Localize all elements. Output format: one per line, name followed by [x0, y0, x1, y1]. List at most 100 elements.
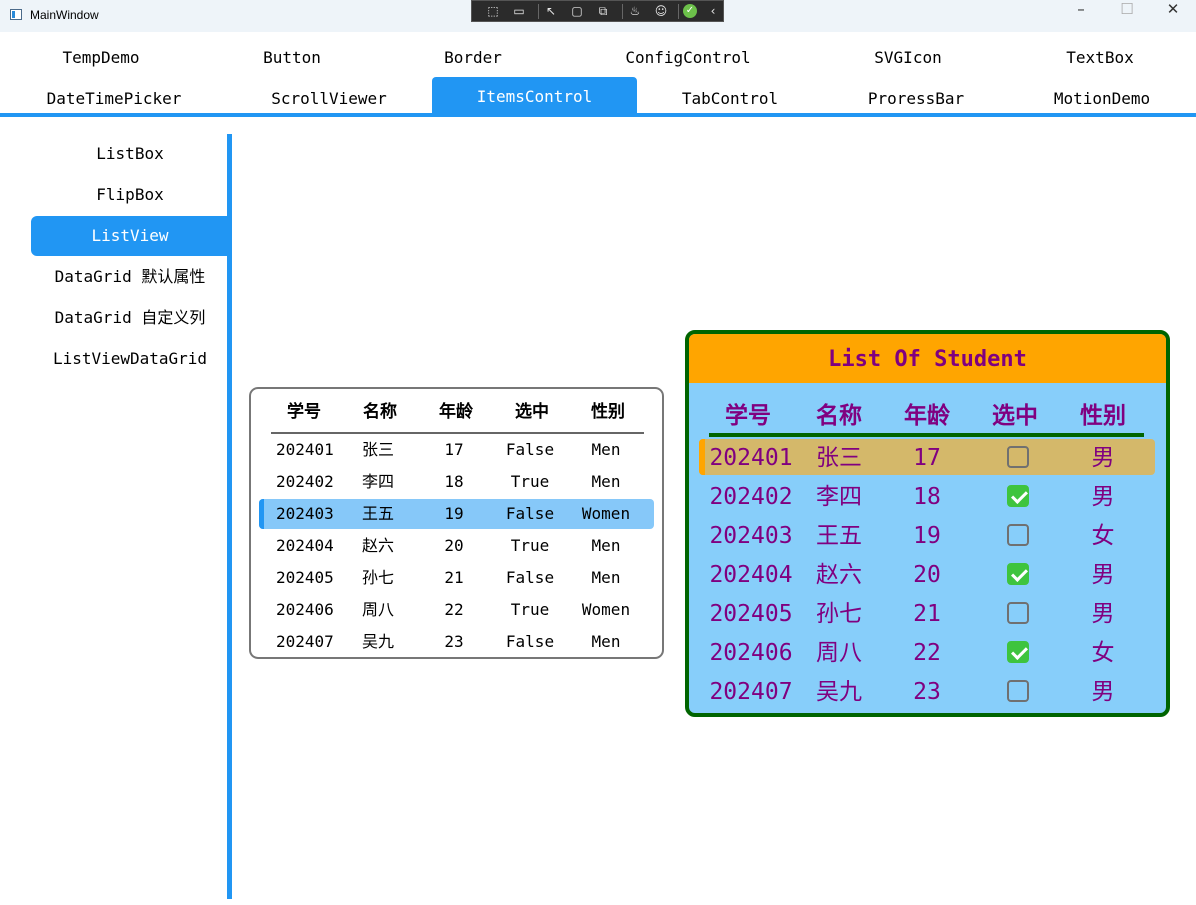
- list-item[interactable]: 202401 张三 17 男: [699, 439, 1155, 475]
- list-item[interactable]: 202407 吴九 23 False Men: [259, 627, 654, 657]
- sidebar-item-flipbox[interactable]: FlipBox: [31, 175, 229, 215]
- selected-checkbox[interactable]: [1007, 524, 1029, 546]
- column-header-gender[interactable]: 性别: [568, 397, 648, 422]
- column-header-checked[interactable]: 选中: [975, 396, 1055, 430]
- student-gender: 男: [1091, 445, 1115, 471]
- column-header-age[interactable]: 年龄: [887, 396, 967, 430]
- list-item[interactable]: 202402 李四 18 男: [699, 478, 1155, 514]
- student-checked: True: [510, 600, 550, 619]
- track-focus-icon[interactable]: ⧉: [596, 4, 610, 18]
- bounds-icon[interactable]: ▢: [570, 4, 584, 18]
- tab-configcontrol[interactable]: ConfigControl: [608, 38, 768, 75]
- student-id: 202403: [709, 523, 793, 549]
- tab-border[interactable]: Border: [413, 38, 533, 75]
- hot-reload-icon[interactable]: ♨: [628, 4, 642, 18]
- tab-scrollviewer[interactable]: ScrollViewer: [250, 79, 408, 116]
- sidebar-item-datagrid-default[interactable]: DataGrid 默认属性: [31, 257, 229, 297]
- tab-button[interactable]: Button: [230, 38, 354, 75]
- selected-checkbox[interactable]: [1007, 641, 1029, 663]
- selected-checkbox[interactable]: [1007, 680, 1029, 702]
- student-listview-default: 学号 名称 年龄 选中 性别 202401 张三 17 False Men 202402 李…: [249, 387, 664, 659]
- student-gender: 男: [1091, 484, 1115, 510]
- list-item[interactable]: 202404 赵六 20 男: [699, 556, 1155, 592]
- student-name: 李四: [816, 484, 862, 510]
- student-gender: 女: [1091, 523, 1115, 549]
- accessibility-icon[interactable]: ☺: [654, 4, 668, 18]
- list-item[interactable]: 202403 王五 19 女: [699, 517, 1155, 553]
- student-id: 202404: [709, 562, 793, 588]
- sidebar-item-datagrid-custom[interactable]: DataGrid 自定义列: [31, 298, 229, 338]
- sidebar-item-listbox[interactable]: ListBox: [31, 134, 229, 174]
- selected-checkbox[interactable]: [1007, 563, 1029, 585]
- selected-checkbox[interactable]: [1007, 602, 1029, 624]
- student-gender: 男: [1091, 562, 1115, 588]
- student-gender: Men: [591, 472, 621, 491]
- tab-svgicon[interactable]: SVGIcon: [846, 38, 970, 75]
- tab-proressbar[interactable]: ProressBar: [852, 79, 980, 116]
- student-id: 202405: [709, 601, 793, 627]
- video-icon[interactable]: ▭: [512, 4, 526, 18]
- column-header-checked[interactable]: 选中: [492, 397, 572, 422]
- student-age: 22: [444, 600, 464, 619]
- student-gender: Women: [581, 600, 631, 619]
- list-item[interactable]: 202402 李四 18 True Men: [259, 467, 654, 497]
- student-checked: False: [505, 440, 555, 459]
- student-name: 孙七: [816, 601, 862, 627]
- student-age: 18: [913, 484, 941, 510]
- selected-checkbox[interactable]: [1007, 485, 1029, 507]
- student-age: 22: [913, 640, 941, 666]
- tab-tempdemo[interactable]: TempDemo: [28, 38, 174, 75]
- column-header-name[interactable]: 名称: [799, 396, 879, 430]
- student-checked: False: [505, 504, 555, 523]
- tab-datetimepicker[interactable]: DateTimePicker: [28, 79, 200, 116]
- student-id: 202406: [709, 640, 793, 666]
- student-name: 吴九: [361, 632, 394, 651]
- maximize-icon[interactable]: ☐: [1104, 0, 1150, 30]
- student-id: 202407: [709, 679, 793, 705]
- tab-underline: [0, 113, 1196, 117]
- list-item[interactable]: 202405 孙七 21 男: [699, 595, 1155, 631]
- sidebar-item-listview[interactable]: ListView: [31, 216, 229, 256]
- list-item[interactable]: 202407 吴九 23 男: [699, 673, 1155, 709]
- column-header-age[interactable]: 年龄: [416, 397, 496, 422]
- tab-itemscontrol[interactable]: ItemsControl: [432, 77, 637, 116]
- tab-tabcontrol[interactable]: TabControl: [660, 79, 800, 116]
- column-header-id[interactable]: 学号: [264, 397, 344, 422]
- student-gender: Men: [591, 440, 621, 459]
- student-age: 17: [913, 445, 941, 471]
- check-ok-icon[interactable]: ✓: [683, 4, 697, 18]
- student-name: 王五: [361, 504, 394, 523]
- tab-textbox[interactable]: TextBox: [1040, 38, 1160, 75]
- student-gender: 男: [1091, 679, 1115, 705]
- student-age: 21: [913, 601, 941, 627]
- list-title: List Of Student: [689, 334, 1166, 383]
- student-name: 李四: [361, 472, 394, 491]
- column-header-gender[interactable]: 性别: [1063, 396, 1143, 430]
- tab-motiondemo[interactable]: MotionDemo: [1034, 79, 1170, 116]
- student-name: 张三: [361, 440, 394, 459]
- close-icon[interactable]: ✕: [1150, 0, 1196, 30]
- list-item[interactable]: 202405 孙七 21 False Men: [259, 563, 654, 593]
- student-id: 202401: [709, 445, 793, 471]
- list-item[interactable]: 202401 张三 17 False Men: [259, 435, 654, 465]
- student-name: 吴九: [816, 679, 862, 705]
- column-header-name[interactable]: 名称: [340, 397, 420, 422]
- tab-strip: TempDemo Button Border ConfigControl SVG…: [0, 32, 1196, 117]
- collapse-icon[interactable]: ‹: [706, 4, 720, 18]
- list-item[interactable]: 202403 王五 19 False Women: [259, 499, 654, 529]
- student-checked: False: [505, 568, 555, 587]
- student-name: 周八: [816, 640, 862, 666]
- minimize-icon[interactable]: –: [1058, 0, 1104, 30]
- header-divider: [271, 432, 644, 434]
- student-gender: 男: [1091, 601, 1115, 627]
- pointer-icon[interactable]: ↖: [544, 4, 558, 18]
- sidebar-item-listviewdatagrid[interactable]: ListViewDataGrid: [31, 339, 229, 379]
- student-name: 赵六: [361, 536, 394, 555]
- list-item[interactable]: 202404 赵六 20 True Men: [259, 531, 654, 561]
- list-item[interactable]: 202406 周八 22 女: [699, 634, 1155, 670]
- selected-checkbox[interactable]: [1007, 446, 1029, 468]
- select-element-icon[interactable]: ⬚: [486, 4, 500, 18]
- list-item[interactable]: 202406 周八 22 True Women: [259, 595, 654, 625]
- student-name: 周八: [361, 600, 394, 619]
- column-header-id[interactable]: 学号: [708, 396, 788, 430]
